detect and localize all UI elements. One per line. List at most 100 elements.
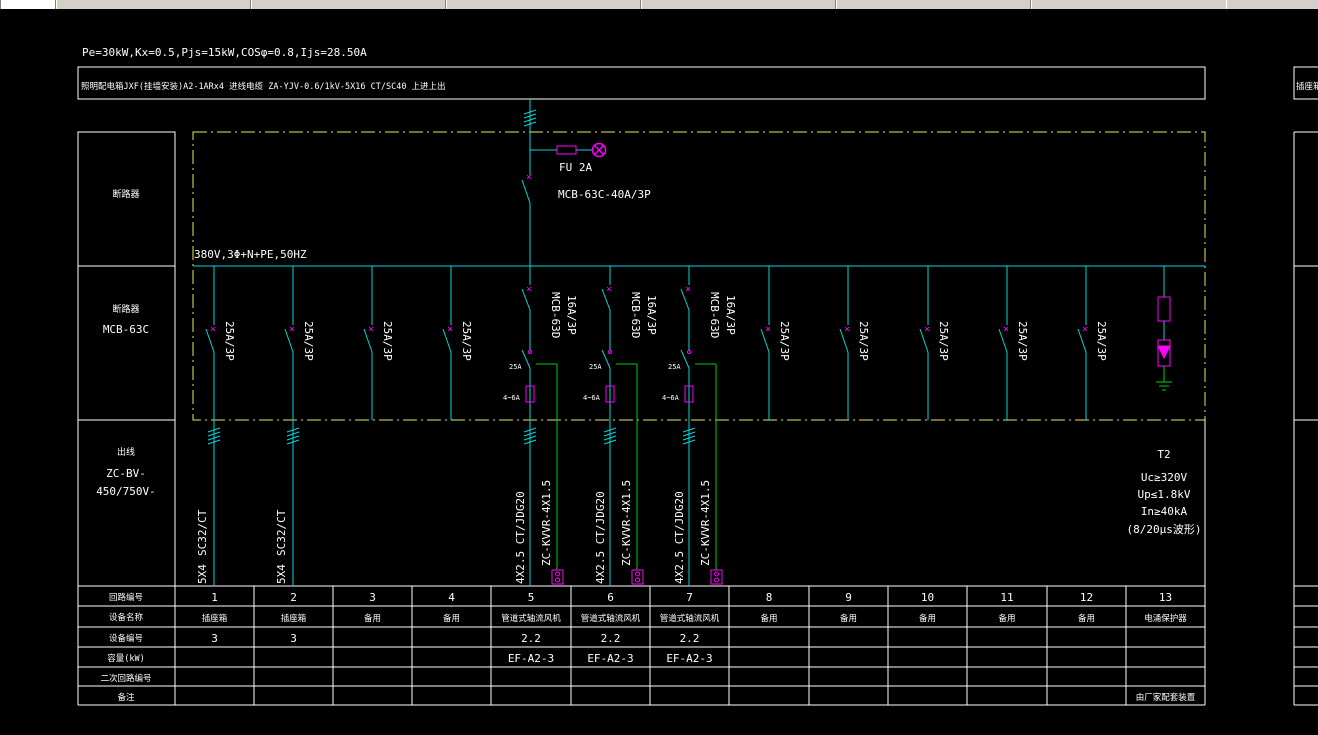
circuit-number: 5	[528, 591, 535, 604]
breaker-model: MCB-63D	[708, 292, 721, 338]
spd-fuse	[1157, 296, 1171, 322]
breaker-x: ×	[606, 284, 612, 295]
table-row-header: 二次回路编号	[100, 673, 151, 684]
branch-circuit-5: 5 管道式轴流风机 2.2 EF-A2-3 × MCB-63D 16A/3P 25A 4~6A 4…	[501, 266, 578, 665]
panel-title-text: 照明配电箱JXF(挂墙安装)A2-1ARx4 进线电缆 ZA-YJV-0.6/1…	[81, 81, 446, 92]
circuit-number: 4	[448, 591, 455, 604]
drawing-tab-7[interactable]	[1030, 0, 1227, 9]
breaker-rating: 25A/3P	[223, 321, 236, 361]
drawing-tab-5[interactable]	[640, 0, 837, 9]
breaker-x: ×	[1003, 324, 1009, 335]
load-calculation-text: Pe=30kW,Kx=0.5,Pjs=15kW,COSφ=0.8,Ijs=28.…	[82, 46, 367, 59]
branch-circuit-9: 9 备用 × 25A/3P	[839, 266, 870, 624]
power-cable-spec: 4X2.5 CT/JDG20	[594, 491, 607, 584]
breaker-model: MCB-63D	[629, 292, 642, 338]
device-name: 管道式轴流风机	[660, 613, 720, 624]
outgoing-cable-label-2: 450/750V-	[96, 485, 156, 498]
main-breaker-x: ×	[526, 172, 532, 183]
device-number: 2.2	[680, 632, 700, 645]
relay-rating: 4~6A	[583, 394, 601, 402]
circuit-number: 2	[290, 591, 297, 604]
breaker-x: ×	[526, 284, 532, 295]
spd-uc: Uc≥320V	[1141, 471, 1188, 484]
device-name: 管道式轴流风机	[581, 613, 641, 624]
branch-circuit-7: 7 管道式轴流风机 2.2 EF-A2-3 × MCB-63D 16A/3P 25A 4~6A 4…	[660, 266, 737, 665]
contactor-rating: 25A	[509, 363, 522, 371]
fuse-symbol	[556, 145, 577, 155]
drawing-tab-4[interactable]	[445, 0, 642, 9]
branch-breaker-model: MCB-63C	[103, 323, 149, 336]
device-name: 备用	[998, 613, 1015, 624]
breaker-x: ×	[210, 324, 216, 335]
capacity: EF-A2-3	[587, 652, 633, 665]
device-name: 管道式轴流风机	[501, 613, 561, 624]
drawing-tab-1[interactable]	[0, 0, 57, 9]
table-row-header: 回路编号	[109, 592, 143, 603]
remark: 由厂家配套装置	[1136, 692, 1196, 703]
breaker-x: ×	[765, 324, 771, 335]
breaker-x: ×	[924, 324, 930, 335]
conduit-spec: SC32/CT	[275, 509, 288, 556]
breaker-rating: 25A/3P	[460, 321, 473, 361]
device-name: 备用	[364, 613, 381, 624]
breaker-rating: 16A/3P	[565, 295, 578, 335]
control-cable-spec: ZC-KVVR-4X1.5	[699, 480, 712, 566]
device-name: 备用	[919, 613, 936, 624]
breaker-rating: 25A/3P	[1016, 321, 1029, 361]
device-number: 3	[211, 632, 218, 645]
breaker-x: ×	[685, 284, 691, 295]
conduit-spec: SC32/CT	[196, 509, 209, 556]
adjacent-title-text: 插座箱	[1296, 81, 1318, 92]
branch-circuit-3: 3 备用 × 25A/3P	[363, 266, 394, 624]
table-row-header: 设备名称	[109, 612, 144, 623]
fuse-label: FU 2A	[559, 161, 592, 174]
circuit-table: 回路编号设备名称设备编号容量(kW) 二次回路编号备注	[77, 420, 1206, 706]
power-cable-spec: 4X2.5 CT/JDG20	[514, 491, 527, 584]
branch-circuits: 1 插座箱 3 × 25A/3P 5X4 SC32/CT 2 插座箱 3 × 25A/3P 5X4 SC3…	[196, 266, 1196, 703]
circuit-number: 7	[686, 591, 693, 604]
bus-label: 380V,3Φ+N+PE,50HZ	[194, 248, 307, 261]
device-name: 备用	[840, 613, 857, 624]
table-row-header: 设备编号	[109, 633, 143, 644]
spd-in: In≥40kA	[1141, 505, 1188, 518]
circuit-number: 13	[1159, 591, 1172, 604]
branch-circuit-6: 6 管道式轴流风机 2.2 EF-A2-3 × MCB-63D 16A/3P 25A 4~6A 4…	[581, 266, 658, 665]
breaker-rating: 25A/3P	[778, 321, 791, 361]
table-row-header: 容量(kW)	[107, 653, 144, 664]
cable-spec: 5X4	[275, 564, 288, 584]
breaker-model: MCB-63D	[549, 292, 562, 338]
breaker-x: ×	[368, 324, 374, 335]
branch-circuit-12: 12 备用 × 25A/3P	[1077, 266, 1108, 624]
relay-rating: 4~6A	[503, 394, 521, 402]
drawing-tab-6[interactable]	[835, 0, 1032, 9]
indicator-lamp-icon	[591, 142, 607, 158]
power-cable-spec: 4X2.5 CT/JDG20	[673, 491, 686, 584]
contactor-rating: 25A	[589, 363, 602, 371]
device-name: 电涌保护器	[1144, 613, 1187, 624]
breaker-rating: 16A/3P	[645, 295, 658, 335]
breaker-rating: 25A/3P	[381, 321, 394, 361]
breaker-rating: 25A/3P	[1095, 321, 1108, 361]
outgoing-cable-label-1: ZC-BV-	[106, 467, 146, 480]
breaker-x: ×	[844, 324, 850, 335]
outgoing-label: 出线	[117, 446, 135, 458]
circuit-number: 1	[211, 591, 218, 604]
device-number: 2.2	[601, 632, 621, 645]
adjacent-table-rows	[1294, 585, 1318, 706]
branch-circuit-11: 11 备用 × 25A/3P	[998, 266, 1029, 624]
control-cable-spec: ZC-KVVR-4X1.5	[620, 480, 633, 566]
main-incoming	[521, 99, 592, 266]
capacity: EF-A2-3	[666, 652, 712, 665]
circuit-number: 9	[845, 591, 852, 604]
breaker-rating: 25A/3P	[302, 321, 315, 361]
breaker-rating: 25A/3P	[857, 321, 870, 361]
drawing-tab-3[interactable]	[250, 0, 447, 9]
branch-circuit-4: 4 备用 × 25A/3P	[442, 266, 473, 624]
breaker-x: ×	[289, 324, 295, 335]
drawing-tab-2[interactable]	[55, 0, 252, 9]
device-number: 3	[290, 632, 297, 645]
branch-circuit-13: 13 电涌保护器由厂家配套装置	[1136, 266, 1196, 703]
branch-circuit-10: 10 备用 × 25A/3P	[919, 266, 950, 624]
device-name: 备用	[443, 613, 460, 624]
circuit-number: 10	[921, 591, 934, 604]
